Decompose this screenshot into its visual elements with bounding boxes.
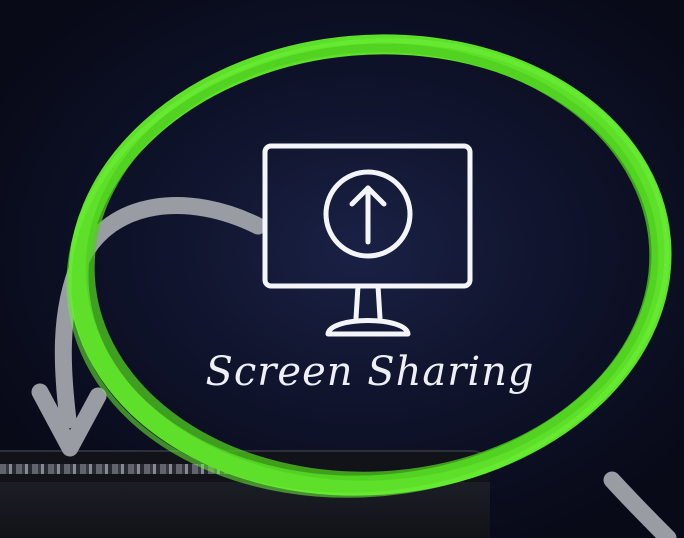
highlight-circle [66, 34, 672, 498]
curved-arrow-right [603, 471, 677, 538]
screen-sharing-caption: Screen Sharing [205, 349, 535, 395]
screen-sharing-illustration: Screen Sharing [0, 0, 684, 538]
illustration-art [31, 34, 677, 538]
monitor-upload-icon [262, 143, 473, 337]
